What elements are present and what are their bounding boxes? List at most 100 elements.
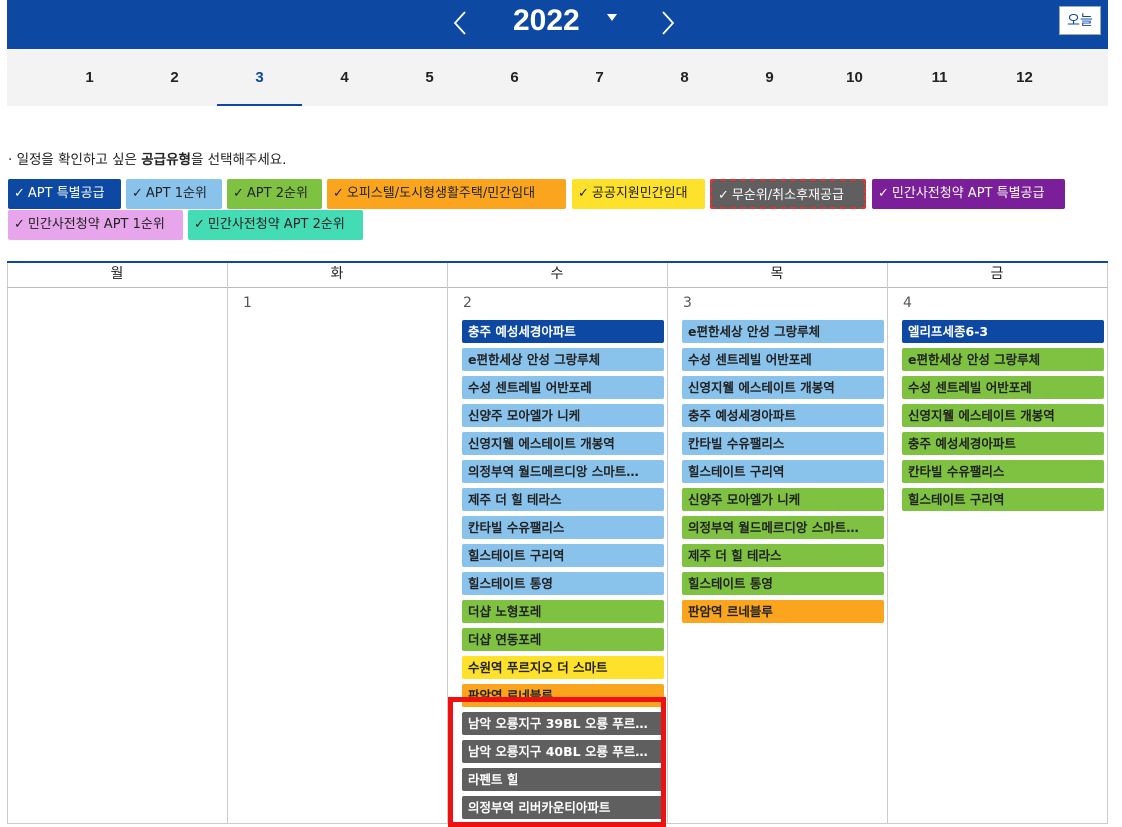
calendar-event[interactable]: 의정부역 리버카운티아파트 <box>462 796 664 819</box>
calendar-event[interactable]: e편한세상 안성 그랑루체 <box>902 348 1104 371</box>
filter-chip-label: 민간사전청약 APT 1순위 <box>27 217 165 232</box>
year-label[interactable]: 2022 <box>513 2 580 40</box>
calendar-event[interactable]: 판암역 르네블루 <box>462 684 664 707</box>
month-tab-11[interactable]: 11 <box>897 49 982 106</box>
check-icon: ✓ <box>233 186 244 201</box>
calendar-event[interactable]: 판암역 르네블루 <box>682 600 884 623</box>
filter-chip-label: APT 1순위 <box>145 186 207 201</box>
column-divider <box>887 263 888 824</box>
month-tabs: 1 2 3 4 5 6 7 8 9 10 11 12 <box>7 49 1108 106</box>
day-number: 2 <box>463 295 472 311</box>
month-tab-1[interactable]: 1 <box>47 49 132 106</box>
calendar-event[interactable]: 충주 예성세경아파트 <box>902 432 1104 455</box>
next-year-chevron-icon[interactable] <box>653 9 681 37</box>
month-tab-9[interactable]: 9 <box>727 49 812 106</box>
calendar-event[interactable]: 의정부역 월드메르디앙 스마트… <box>682 516 884 539</box>
calendar-event[interactable]: 신양주 모아엘가 니케 <box>462 404 664 427</box>
calendar-event[interactable]: 남악 오룡지구 39BL 오룡 푸르… <box>462 712 664 735</box>
filter-chip[interactable]: ✓ 민간사전청약 APT 2순위 <box>188 210 363 240</box>
filter-chip-label: APT 2순위 <box>246 186 308 201</box>
day-number: 1 <box>243 295 252 311</box>
calendar-event[interactable]: 더샵 노형포레 <box>462 600 664 623</box>
weekday-header: 금 <box>887 263 1107 288</box>
year-navigation-bar: 2022 오늘 <box>7 0 1108 49</box>
day-number: 3 <box>683 295 692 311</box>
calendar-event[interactable]: 수성 센트레빌 어반포레 <box>682 348 884 371</box>
day-number: 4 <box>903 295 912 311</box>
column-divider <box>667 263 668 824</box>
calendar-event[interactable]: 라펜트 힐 <box>462 768 664 791</box>
calendar-event[interactable]: 남악 오룡지구 40BL 오룡 푸르… <box>462 740 664 763</box>
month-tab-4[interactable]: 4 <box>302 49 387 106</box>
filter-chip[interactable]: ✓ 공공지원민간임대 <box>572 179 705 209</box>
check-icon: ✓ <box>14 217 25 232</box>
calendar-event[interactable]: 힐스테이트 구리역 <box>462 544 664 567</box>
calendar-event[interactable]: 제주 더 힐 테라스 <box>462 488 664 511</box>
column-divider <box>227 263 228 824</box>
column-divider <box>447 263 448 824</box>
weekday-header: 목 <box>667 263 887 288</box>
calendar-event[interactable]: 제주 더 힐 테라스 <box>682 544 884 567</box>
calendar-event[interactable]: 칸타빌 수유팰리스 <box>462 516 664 539</box>
calendar-event[interactable]: 충주 예성세경아파트 <box>462 320 664 343</box>
calendar-event[interactable]: e편한세상 안성 그랑루체 <box>682 320 884 343</box>
filter-chip-label: 무순위/취소후재공급 <box>731 188 844 203</box>
filter-chip[interactable]: ✓ 무순위/취소후재공급 <box>710 179 866 209</box>
prev-year-chevron-icon[interactable] <box>447 9 475 37</box>
grid-border-left <box>7 263 8 824</box>
calendar-event[interactable]: 신영지웰 에스테이트 개봉역 <box>902 404 1104 427</box>
month-tab-6[interactable]: 6 <box>472 49 557 106</box>
month-tab-12[interactable]: 12 <box>982 49 1067 106</box>
filter-chip[interactable]: ✓ 오피스텔/도시형생활주택/민간임대 <box>327 179 566 209</box>
calendar-event[interactable]: 엘리프세종6-3 <box>902 320 1104 343</box>
check-icon: ✓ <box>878 186 889 201</box>
check-icon: ✓ <box>194 217 205 232</box>
filter-chip-label: 민간사전청약 APT 특별공급 <box>891 186 1045 201</box>
calendar-event[interactable]: 힐스테이트 통영 <box>462 572 664 595</box>
month-tab-3[interactable]: 3 <box>217 49 302 106</box>
check-icon: ✓ <box>132 186 143 201</box>
month-tab-10[interactable]: 10 <box>812 49 897 106</box>
check-icon: ✓ <box>14 186 25 201</box>
filter-chip-label: 공공지원민간임대 <box>591 186 688 201</box>
calendar-event[interactable]: e편한세상 안성 그랑루체 <box>462 348 664 371</box>
filter-chip-label: 오피스텔/도시형생활주택/민간임대 <box>346 186 536 201</box>
filter-chip[interactable]: ✓ APT 1순위 <box>126 179 222 209</box>
filter-chip-label: APT 특별공급 <box>27 186 105 201</box>
filter-guide-text: · 일정을 확인하고 싶은 공급유형을 선택해주세요. <box>8 148 286 168</box>
calendar-event[interactable]: 칸타빌 수유팰리스 <box>902 460 1104 483</box>
weekday-header: 수 <box>447 263 667 288</box>
check-icon: ✓ <box>578 186 589 201</box>
calendar-event[interactable]: 의정부역 월드메르디앙 스마트… <box>462 460 664 483</box>
filter-chip-label: 민간사전청약 APT 2순위 <box>207 217 345 232</box>
calendar-event[interactable]: 수원역 푸르지오 더 스마트 <box>462 656 664 679</box>
grid-border-bottom <box>7 823 1108 824</box>
month-tab-5[interactable]: 5 <box>387 49 472 106</box>
filter-chip[interactable]: ✓ 민간사전청약 APT 특별공급 <box>872 179 1065 209</box>
calendar-event[interactable]: 수성 센트레빌 어반포레 <box>902 376 1104 399</box>
calendar-event[interactable]: 힐스테이트 구리역 <box>902 488 1104 511</box>
guide-prefix: · 일정을 확인하고 싶은 <box>8 152 142 168</box>
month-tab-2[interactable]: 2 <box>132 49 217 106</box>
filter-chip[interactable]: ✓ 민간사전청약 APT 1순위 <box>8 210 183 240</box>
calendar-event[interactable]: 신양주 모아엘가 니케 <box>682 488 884 511</box>
calendar-event[interactable]: 더샵 연동포레 <box>462 628 664 651</box>
month-tab-8[interactable]: 8 <box>642 49 727 106</box>
weekday-header: 화 <box>227 263 447 288</box>
calendar-event[interactable]: 칸타빌 수유팰리스 <box>682 432 884 455</box>
year-dropdown-caret-icon[interactable] <box>607 14 617 21</box>
filter-chip[interactable]: ✓ APT 2순위 <box>227 179 322 209</box>
calendar-event[interactable]: 신영지웰 에스테이트 개봉역 <box>462 432 664 455</box>
calendar-event[interactable]: 신영지웰 에스테이트 개봉역 <box>682 376 884 399</box>
calendar-event[interactable]: 힐스테이트 통영 <box>682 572 884 595</box>
today-button[interactable]: 오늘 <box>1059 6 1101 35</box>
calendar-event[interactable]: 충주 예성세경아파트 <box>682 404 884 427</box>
calendar-event[interactable]: 수성 센트레빌 어반포레 <box>462 376 664 399</box>
guide-suffix: 을 선택해주세요. <box>190 152 287 168</box>
weekday-header: 월 <box>7 263 227 288</box>
check-icon: ✓ <box>333 186 344 201</box>
calendar-grid: 월 화 수 목 금 1 2 충주 예성세경아파트 e편한세상 안성 그랑루체 수성 센트레빌 어반… <box>7 261 1108 824</box>
calendar-event[interactable]: 힐스테이트 구리역 <box>682 460 884 483</box>
filter-chip[interactable]: ✓ APT 특별공급 <box>8 179 121 209</box>
month-tab-7[interactable]: 7 <box>557 49 642 106</box>
